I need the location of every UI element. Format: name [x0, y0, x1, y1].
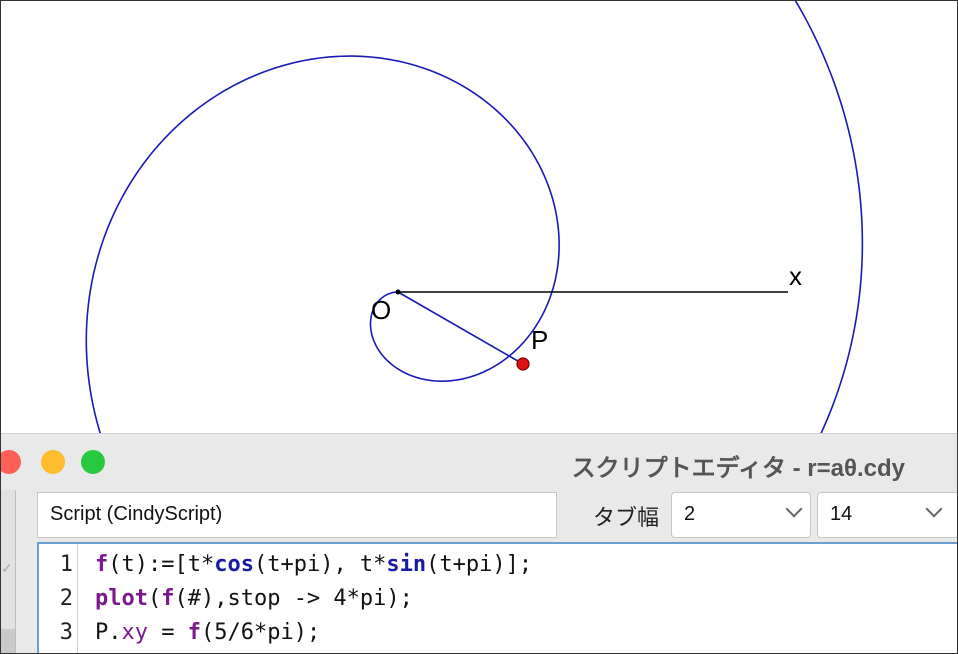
code-line[interactable]: P.xy = f(5/6*pi); [95, 620, 320, 645]
zoom-window-button[interactable] [81, 450, 105, 474]
check-icon: ✓ [1, 560, 13, 576]
tab-width-label: タブ幅 [593, 505, 660, 530]
script-type-field[interactable]: Script (CindyScript) [37, 492, 557, 538]
code-editor[interactable]: 1 2 3 f(t):=[t*cos(t+pi), t*sin(t+pi)]; … [37, 542, 957, 653]
line-number-gutter: 1 2 3 [39, 544, 78, 653]
minimize-window-button[interactable] [41, 450, 65, 474]
x-axis-label: x [789, 261, 802, 291]
segment-op[interactable] [397, 291, 524, 365]
window-title: スクリプトエディタ - r=aθ.cdy [571, 455, 905, 482]
close-window-button[interactable] [1, 450, 21, 474]
side-panel: ✓ [1, 490, 16, 653]
line-number: 3 [59, 620, 73, 645]
spiral-curve[interactable] [1, 1, 864, 441]
point-p[interactable] [516, 357, 530, 371]
geometry-canvas[interactable]: O P x [1, 1, 957, 441]
app-window: O P x スクリプトエディタ - r=aθ.cdy ✓ Script (Cin… [0, 0, 958, 654]
chevron-down-icon [925, 500, 943, 518]
line-number: 1 [59, 552, 73, 577]
font-size-value: 14 [830, 503, 853, 525]
chevron-down-icon [785, 500, 803, 518]
line-number: 2 [59, 586, 73, 611]
tab-width-value: 2 [684, 503, 696, 525]
origin-label: O [371, 295, 391, 325]
code-line[interactable]: f(t):=[t*cos(t+pi), t*sin(t+pi)]; [95, 552, 532, 577]
font-size-select[interactable]: 14 [817, 492, 957, 538]
side-panel-selected-item[interactable] [1, 629, 15, 653]
origin-point[interactable] [395, 289, 401, 295]
tab-width-select[interactable]: 2 [671, 492, 811, 538]
point-p-label: P [531, 325, 548, 355]
code-line[interactable]: plot(f(#),stop -> 4*pi); [95, 586, 413, 611]
script-editor-window: スクリプトエディタ - r=aθ.cdy ✓ Script (CindyScri… [1, 433, 957, 653]
